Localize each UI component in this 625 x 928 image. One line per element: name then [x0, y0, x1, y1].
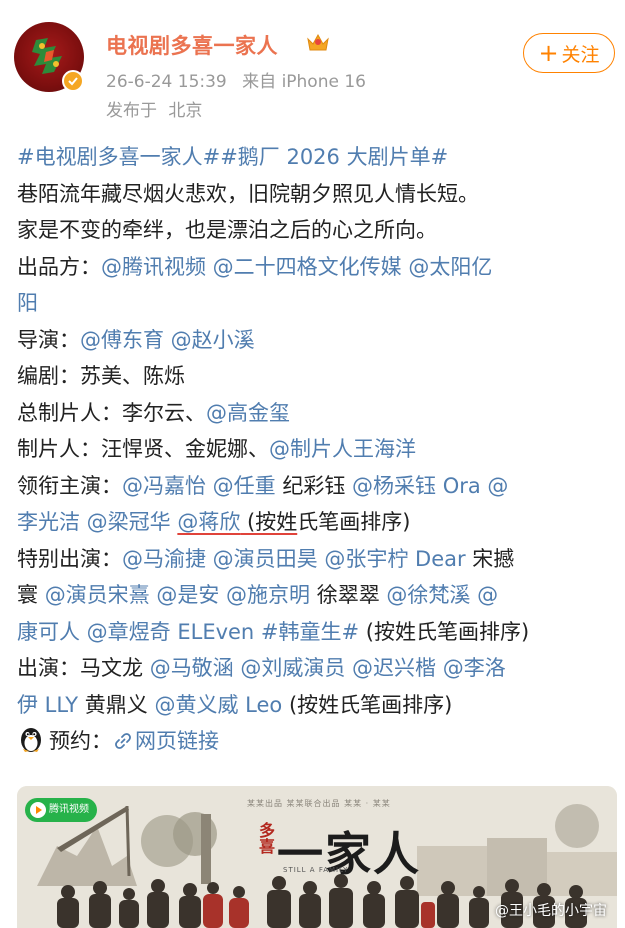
lead-cast-mentions-b[interactable]: @杨采钰 Ora @: [352, 474, 508, 498]
source-prefix: 来自: [242, 72, 277, 92]
directors-label: 导演：: [17, 327, 80, 352]
cast-mentions-b[interactable]: 伊 LLY: [17, 693, 78, 717]
poster-credits: 某某出品 某某联合出品 某某 · 某某: [247, 799, 391, 808]
hashtags[interactable]: #电视剧多喜一家人##鹅厂 2026 大剧片单#: [17, 139, 617, 176]
location: 北京: [168, 101, 203, 121]
chief-producer-plain: 李尔云、: [122, 400, 206, 425]
producer-plain: 汪悍贤、金妮娜、: [101, 437, 269, 461]
cast-label: 出演：: [17, 656, 80, 680]
producers-label: 出品方：: [17, 254, 101, 279]
lead-cast-mentions-c[interactable]: 李光洁 @梁冠华: [17, 510, 177, 534]
producers-mentions-cont[interactable]: 阳: [17, 285, 617, 322]
special-cast-plain-c: 徐翠翠: [310, 583, 387, 607]
penguin-icon: [21, 728, 41, 752]
special-cast-mentions-c[interactable]: @徐梵溪 @: [386, 583, 498, 607]
cast-plain-a: 马文龙: [80, 656, 150, 680]
lead-cast-line: 领衔主演：@冯嘉怡 @任重 纪彩钰 @杨采钰 Ora @: [17, 468, 617, 505]
location-line: 发布于 北京: [106, 96, 202, 121]
tencent-video-logo: [30, 802, 46, 818]
special-cast-mentions-a[interactable]: @马渝捷 @演员田昊 @张宇柠 Dear: [122, 547, 466, 571]
poster-image[interactable]: 腾讯视频 某某出品 某某联合出品 某某 · 某某 多喜 一家人 STILL A …: [17, 786, 617, 928]
producer-mention[interactable]: @制片人王海洋: [269, 437, 416, 461]
timestamp: 26-6-24 15:39: [106, 72, 227, 92]
writers-label: 编剧：: [17, 364, 80, 388]
post-line-1: 巷陌流年藏尽烟火悲欢，旧院朝夕照见人情长短。: [17, 181, 479, 206]
booking-line: 预约： 网页链接: [17, 723, 617, 760]
follow-button[interactable]: + 关注: [523, 33, 615, 73]
follow-label: 关注: [561, 43, 600, 66]
producer-line: 制片人：汪悍贤、金妮娜、@制片人王海洋: [17, 431, 617, 468]
lead-cast-note-underlined: (按姓: [240, 510, 298, 534]
post-header: 电视剧多喜一家人 26-6-24 15:39 来自 iPhone 16 发布于 …: [0, 0, 625, 130]
booking-label: 预约：: [49, 729, 112, 753]
producers-mentions[interactable]: @腾讯视频 @二十四格文化传媒 @太阳亿: [101, 255, 492, 279]
special-cast-plain-a: 宋撼: [465, 546, 515, 571]
cast-plain-b: 黄鼎义: [78, 692, 155, 717]
post-body: #电视剧多喜一家人##鹅厂 2026 大剧片单# 巷陌流年藏尽烟火悲欢，旧院朝夕…: [17, 139, 617, 760]
cast-note: (按姓氏笔画排序): [282, 692, 453, 717]
lead-cast-plain: 纪彩钰: [275, 473, 353, 498]
special-cast-mentions-b[interactable]: @演员宋熹 @是安 @施京明: [45, 583, 310, 607]
post-meta: 26-6-24 15:39 来自 iPhone 16: [106, 67, 366, 92]
cast-line-2: 伊 LLY 黄鼎义 @黄义威 Leo (按姓氏笔画排序): [17, 687, 617, 724]
special-cast-note: (按姓氏笔画排序): [359, 619, 530, 644]
plus-icon: +: [538, 39, 559, 67]
tencent-video-label: 腾讯视频: [49, 804, 89, 815]
booking-link[interactable]: 网页链接: [135, 729, 219, 753]
chief-producer-mention[interactable]: @高金玺: [206, 401, 290, 425]
producer-label: 制片人：: [17, 437, 101, 461]
device-name: iPhone 16: [281, 72, 366, 92]
special-cast-line-3: 康可人 @章煜奇 ELEven #韩童生# (按姓氏笔画排序): [17, 614, 617, 651]
tencent-video-badge: 腾讯视频: [25, 798, 97, 822]
directors-line: 导演：@傅东育 @赵小溪: [17, 322, 617, 359]
special-cast-line-2: 寰 @演员宋熹 @是安 @施京明 徐翠翠 @徐梵溪 @: [17, 577, 617, 614]
lead-cast-line-2: 李光洁 @梁冠华 @蒋欣 (按姓氏笔画排序): [17, 504, 617, 541]
cast-mentions-a[interactable]: @马敬涵 @刘威演员 @迟兴楷 @李洛: [150, 656, 506, 680]
link-icon: [115, 733, 131, 749]
producers-line: 出品方：@腾讯视频 @二十四格文化传媒 @太阳亿: [17, 249, 617, 286]
writers-names: 苏美、陈烁: [80, 364, 185, 388]
cast-line: 出演：马文龙 @马敬涵 @刘威演员 @迟兴楷 @李洛: [17, 650, 617, 687]
location-prefix: 发布于: [106, 101, 157, 121]
chief-producer-line: 总制片人：李尔云、@高金玺: [17, 395, 617, 432]
poster-title: 一家人: [277, 827, 421, 881]
directors-mentions[interactable]: @傅东育 @赵小溪: [80, 328, 255, 352]
special-cast-line: 特别出演：@马渝捷 @演员田昊 @张宇柠 Dear 宋撼: [17, 541, 617, 578]
post-line-2: 家是不变的牵绊，也是漂泊之后的心之所向。: [17, 218, 437, 242]
watermark: @王小毛的小宇宙: [495, 903, 607, 919]
verified-badge-icon: [62, 70, 84, 92]
special-cast-mentions-d[interactable]: 康可人 @章煜奇 ELEven #韩童生#: [17, 620, 359, 644]
special-cast-label: 特别出演：: [17, 546, 122, 571]
lead-cast-note: 氏笔画排序): [297, 510, 411, 534]
poster-subtitle: STILL A FAMILY: [283, 866, 349, 874]
poster-title-side: 多喜: [256, 822, 275, 854]
avatar-art-icon: [32, 38, 62, 74]
cast-mentions-c[interactable]: @黄义威 Leo: [154, 693, 282, 717]
lead-cast-mentions-a[interactable]: @冯嘉怡 @任重: [122, 474, 276, 498]
special-cast-plain-b: 寰: [17, 583, 45, 607]
lead-cast-mention-underlined[interactable]: @蒋欣: [177, 510, 240, 534]
writers-line: 编剧：苏美、陈烁: [17, 358, 617, 395]
username[interactable]: 电视剧多喜一家人: [106, 30, 278, 60]
lead-cast-label: 领衔主演：: [17, 473, 122, 498]
crown-icon: [307, 33, 329, 51]
chief-producer-label: 总制片人：: [17, 400, 122, 425]
